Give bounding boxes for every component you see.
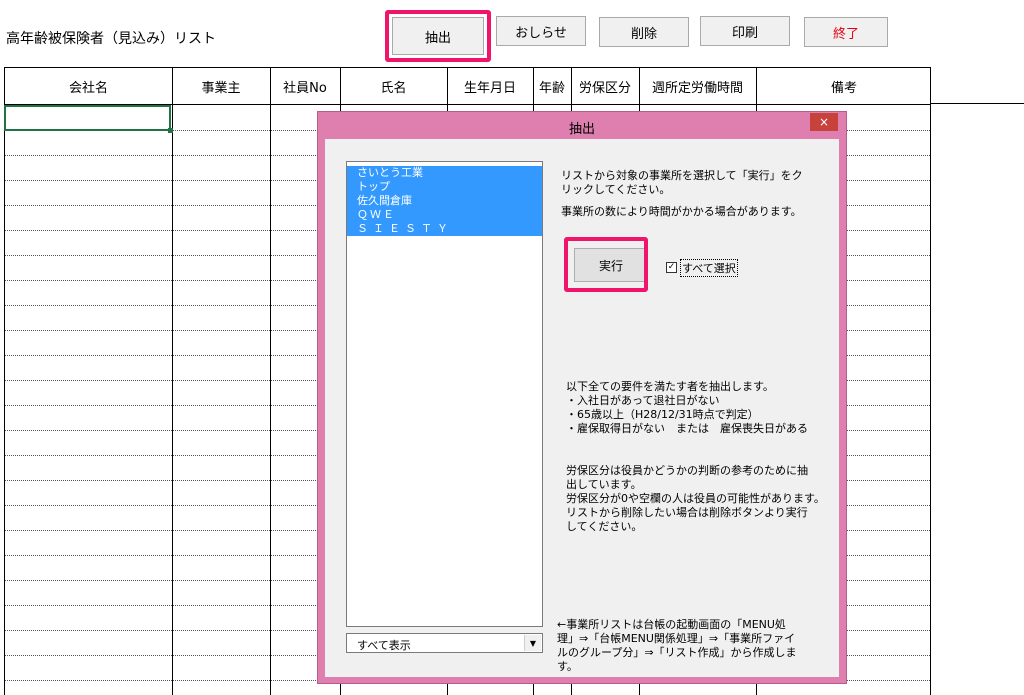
column-header-employer[interactable]: 事業主 [172,68,270,104]
instruction-note: 事業所の数により時間がかかる場合があります。 [561,205,802,218]
column-header-insurance-class[interactable]: 労保区分 [571,68,639,104]
delete-button[interactable]: 削除 [599,17,689,47]
column-header-name[interactable]: 氏名 [340,68,447,104]
active-cell[interactable] [4,105,173,133]
list-item[interactable]: さいとう工業 [347,166,542,180]
extract-dialog: 抽出 × さいとう工業 トップ 佐久間倉庫 ＱＷＥ ＳＩＥＳＴＹ すべて表示 ▼… [317,111,847,684]
note-text-1: 労保区分は役員かどうかの判断の参考のために抽出しています。 [566,464,808,491]
select-all-checkbox[interactable]: ✓ [666,262,677,273]
dialog-body: さいとう工業 トップ 佐久間倉庫 ＱＷＥ ＳＩＥＳＴＹ すべて表示 ▼ リストか… [325,139,839,677]
column-header-age[interactable]: 年齢 [533,68,571,104]
note-text-3: リストから削除したい場合は削除ボタンより実行してください。 [566,506,808,533]
select-all-label[interactable]: すべて選択 [680,259,738,277]
list-item[interactable]: ＱＷＥ [347,208,542,222]
condition-3: ・雇保取得日がない または 雇保喪失日がある [566,422,808,435]
dialog-title: 抽出 [568,122,595,137]
column-header-employee-no[interactable]: 社員No [270,68,340,104]
footer-note: ←事業所リストは台帳の起動画面の「MENU処理」⇒「台帳MENU関係処理」⇒「事… [557,618,797,673]
sheet-title: 高年齢被保険者（見込み）リスト [6,31,216,47]
filter-select-value: すべて表示 [357,639,411,652]
column-header-birthdate[interactable]: 生年月日 [447,68,533,104]
notice-button[interactable]: おしらせ [496,16,586,46]
column-header-company[interactable]: 会社名 [5,68,172,104]
conditions-heading: 以下全ての要件を満たす者を抽出します。 [566,380,774,393]
extract-button-highlight [385,10,491,62]
condition-2: ・65歳以上（H28/12/31時点で判定） [566,408,759,421]
list-item[interactable]: トップ [347,180,542,194]
condition-1: ・入社日があって退社日がない [566,394,720,407]
note-text-2: 労保区分が0や空欄の人は役員の可能性があります。 [566,492,825,505]
list-item[interactable]: ＳＩＥＳＴＹ [347,222,542,236]
close-icon[interactable]: × [810,113,838,131]
execute-button-highlight [564,237,648,292]
column-divider [270,68,271,695]
print-button[interactable]: 印刷 [700,16,790,46]
header-border-extension [931,103,1024,104]
column-header-remarks[interactable]: 備考 [756,68,930,104]
table-header-row: 会社名 事業主 社員No 氏名 生年月日 年齢 労保区分 週所定労働時間 備考 [5,68,930,105]
list-item[interactable]: 佐久間倉庫 [347,194,542,208]
exit-button[interactable]: 終了 [804,17,888,47]
instruction-text: リストから対象の事業所を選択して「実行」をクリックしてください。 [561,169,803,196]
chevron-down-icon[interactable]: ▼ [524,635,541,651]
office-listbox[interactable]: さいとう工業 トップ 佐久間倉庫 ＱＷＥ ＳＩＥＳＴＹ [346,161,543,627]
column-header-weekly-hours[interactable]: 週所定労働時間 [639,68,756,104]
filter-select[interactable]: すべて表示 ▼ [346,633,543,653]
column-divider [172,68,173,695]
